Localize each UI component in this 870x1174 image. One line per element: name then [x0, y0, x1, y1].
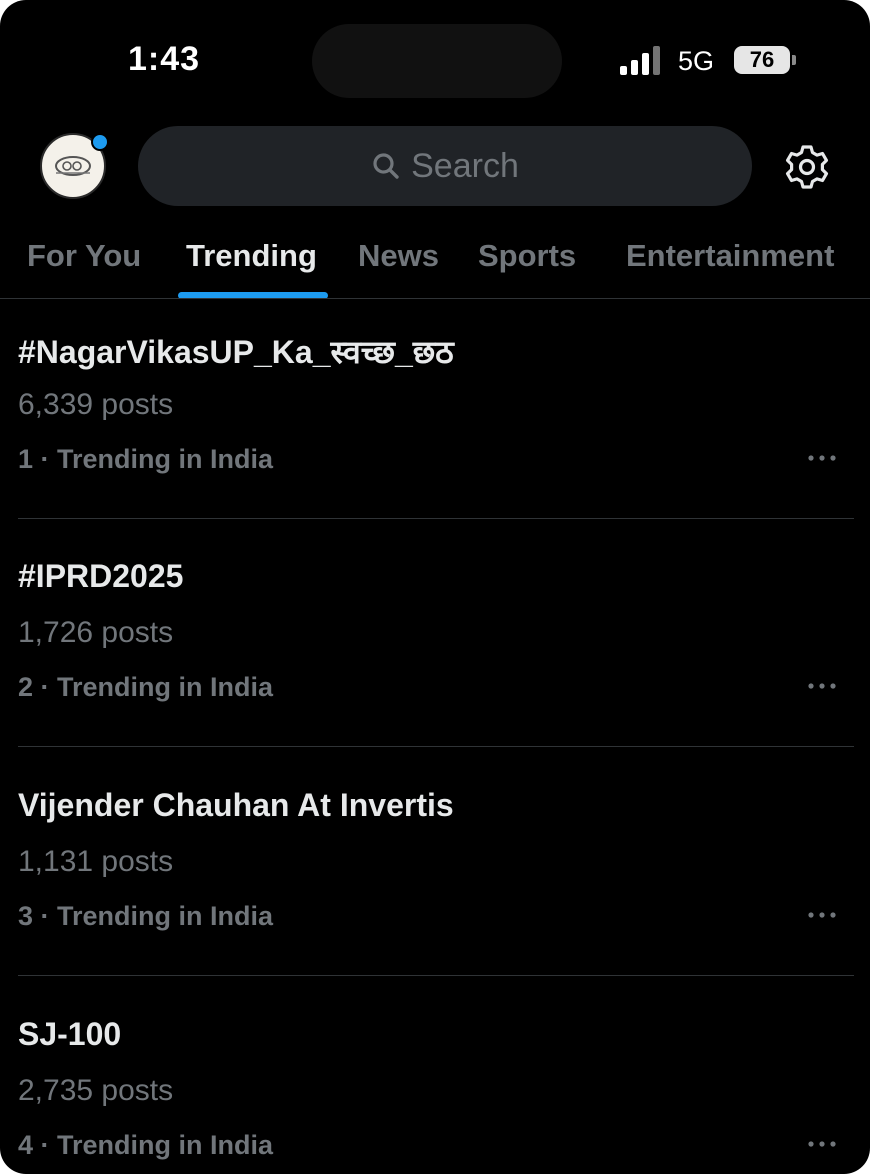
trend-post-count: 1,726 posts — [18, 616, 174, 649]
status-time: 1:43 — [128, 40, 201, 78]
battery-level: 76 — [749, 47, 775, 72]
search-icon — [373, 153, 399, 179]
network-type: 5G — [678, 46, 715, 76]
trend-rank: 3 · Trending in India — [18, 901, 274, 931]
tab-news[interactable]: News — [358, 238, 439, 274]
tab-entertainment[interactable]: Entertainment — [626, 238, 834, 274]
tabs-divider — [0, 298, 870, 299]
explore-tabs: For You Trending News Sports Entertainme… — [0, 228, 870, 300]
trend-rank: 4 · Trending in India — [18, 1130, 274, 1160]
trend-divider — [18, 746, 854, 747]
trend-divider — [18, 975, 854, 976]
trend-post-count: 1,131 posts — [18, 845, 174, 878]
trend-item[interactable]: Vijender Chauhan At Invertis 1,131 posts… — [0, 757, 870, 985]
phone-screen: 1:43 5G 76 Search For You Trending News … — [0, 0, 870, 1174]
avatar-logo-icon — [55, 156, 91, 176]
battery-icon: 76 — [734, 46, 790, 74]
battery-cap — [792, 55, 796, 65]
dynamic-island — [312, 24, 562, 98]
status-bar: 1:43 5G 76 — [0, 0, 870, 120]
trend-post-count: 2,735 posts — [18, 1074, 174, 1107]
trend-item[interactable]: #NagarVikasUP_Ka_स्वच्छ_छठ 6,339 posts 1… — [0, 300, 870, 528]
trend-divider — [18, 518, 854, 519]
more-options-icon[interactable] — [806, 909, 838, 921]
trend-title: #IPRD2025 — [18, 558, 184, 594]
trend-item[interactable]: #IPRD2025 1,726 posts 2 · Trending in In… — [0, 528, 870, 756]
trend-title: #NagarVikasUP_Ka_स्वच्छ_छठ — [18, 334, 454, 370]
notification-dot — [91, 133, 109, 151]
tab-for-you[interactable]: For You — [27, 238, 141, 274]
settings-gear-icon[interactable] — [784, 144, 830, 190]
tab-sports[interactable]: Sports — [478, 238, 576, 274]
search-placeholder: Search — [411, 146, 519, 185]
more-options-icon[interactable] — [806, 452, 838, 464]
trend-title: SJ-100 — [18, 1016, 122, 1052]
more-options-icon[interactable] — [806, 680, 838, 692]
signal-icon — [620, 45, 664, 75]
tab-trending[interactable]: Trending — [186, 238, 317, 274]
trend-rank: 1 · Trending in India — [18, 444, 274, 474]
trend-post-count: 6,339 posts — [18, 388, 174, 421]
search-input[interactable]: Search — [138, 126, 752, 206]
more-options-icon[interactable] — [806, 1138, 838, 1150]
trend-title: Vijender Chauhan At Invertis — [18, 787, 454, 823]
trend-rank: 2 · Trending in India — [18, 672, 274, 702]
trend-item[interactable]: SJ-100 2,735 posts 4 · Trending in India — [0, 986, 870, 1174]
